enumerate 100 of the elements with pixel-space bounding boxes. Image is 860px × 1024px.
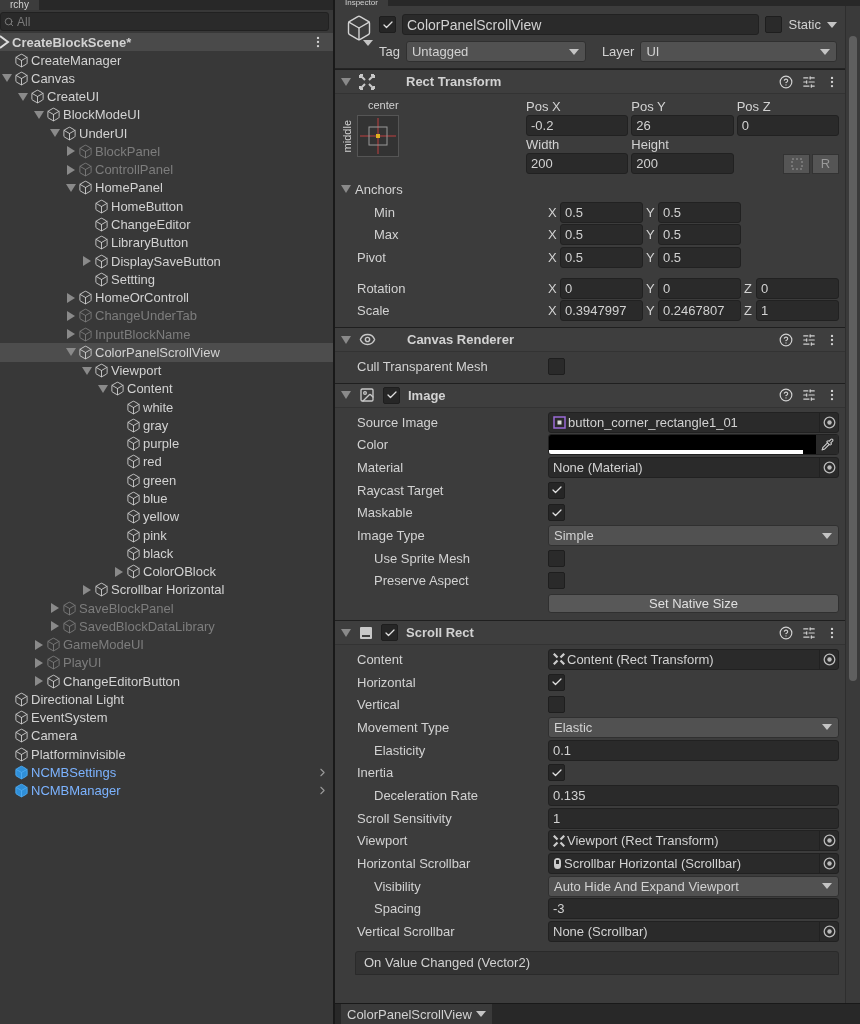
checkbox[interactable]: [548, 481, 565, 499]
checkbox[interactable]: [548, 673, 565, 691]
expanded-arrow-icon[interactable]: [34, 109, 44, 120]
checkbox[interactable]: [548, 764, 565, 782]
hierarchy-item[interactable]: red: [0, 452, 333, 472]
hierarchy-item[interactable]: HomeButton: [0, 197, 333, 216]
hierarchy-item[interactable]: Canvas: [0, 69, 333, 88]
number-field[interactable]: 0.1: [548, 739, 839, 761]
component-header[interactable]: Canvas Renderer: [335, 327, 845, 353]
hierarchy-item[interactable]: ColorOBlock: [0, 562, 333, 581]
object-picker-icon[interactable]: [822, 652, 836, 666]
hierarchy-item[interactable]: LibraryButton: [0, 233, 333, 252]
hierarchy-item[interactable]: green: [0, 471, 333, 490]
expanded-arrow-icon[interactable]: [82, 365, 92, 376]
help-icon[interactable]: [779, 625, 793, 640]
hierarchy-item[interactable]: Content: [0, 379, 333, 399]
expanded-arrow-icon[interactable]: [341, 76, 351, 87]
hierarchy-item[interactable]: Platforminvisible: [0, 745, 333, 764]
hierarchy-item[interactable]: DisplaySaveButton: [0, 251, 333, 271]
number-field[interactable]: 0.135: [548, 784, 839, 806]
object-field[interactable]: None (Scrollbar): [548, 921, 839, 943]
presets-icon[interactable]: [802, 388, 816, 403]
object-field[interactable]: Scrollbar Horizontal (Scrollbar): [548, 853, 839, 875]
number-field[interactable]: 0: [736, 115, 839, 136]
selection-tab[interactable]: ColorPanelScrollView: [341, 1004, 492, 1024]
hierarchy-item[interactable]: Camera: [0, 726, 333, 746]
number-field[interactable]: 0: [560, 277, 643, 299]
expanded-arrow-icon[interactable]: [18, 91, 28, 102]
hierarchy-item[interactable]: HomePanel: [0, 178, 333, 198]
collapsed-arrow-icon[interactable]: [66, 292, 76, 303]
object-picker-icon[interactable]: [822, 925, 836, 939]
hierarchy-item[interactable]: yellow: [0, 507, 333, 526]
expanded-arrow-icon[interactable]: [341, 334, 351, 345]
hierarchy-item[interactable]: gray: [0, 416, 333, 435]
number-field[interactable]: 0.5: [658, 224, 741, 246]
expanded-arrow-icon[interactable]: [98, 383, 108, 394]
number-field[interactable]: 0: [658, 277, 741, 299]
checkbox[interactable]: [548, 572, 565, 590]
hierarchy-item[interactable]: Directional Light: [0, 690, 333, 709]
checkbox[interactable]: [383, 386, 400, 404]
collapsed-arrow-icon[interactable]: [82, 256, 92, 267]
hierarchy-item[interactable]: Scrollbar Horizontal: [0, 580, 333, 599]
anchor-preset-button[interactable]: [357, 115, 399, 157]
collapsed-arrow-icon[interactable]: [82, 584, 92, 595]
object-picker-icon[interactable]: [822, 834, 836, 848]
search-field[interactable]: All: [0, 12, 329, 31]
object-field[interactable]: button_corner_rectangle1_01: [548, 411, 839, 433]
hierarchy-item[interactable]: white: [0, 398, 333, 417]
number-field[interactable]: 0.5: [560, 224, 643, 246]
layer-dropdown[interactable]: UI: [640, 41, 837, 62]
tag-dropdown[interactable]: Untagged: [405, 41, 586, 62]
hierarchy-item[interactable]: ColorPanelScrollView: [0, 343, 333, 362]
hierarchy-item[interactable]: purple: [0, 434, 333, 453]
checkbox[interactable]: [379, 16, 396, 33]
help-icon[interactable]: [779, 74, 793, 89]
help-icon[interactable]: [779, 332, 793, 347]
presets-icon[interactable]: [802, 625, 816, 640]
hierarchy-item[interactable]: blue: [0, 489, 333, 508]
inspector-tab[interactable]: Inspector: [335, 0, 388, 6]
hierarchy-item[interactable]: HomeOrControll: [0, 288, 333, 307]
hierarchy-item[interactable]: ChangeEditorButton: [0, 672, 333, 691]
component-header[interactable]: Image: [335, 382, 845, 408]
checkbox[interactable]: [548, 696, 565, 714]
checkbox[interactable]: [765, 16, 783, 33]
expanded-arrow-icon[interactable]: [341, 627, 351, 638]
hierarchy-item[interactable]: CreateManager: [0, 51, 333, 70]
number-field[interactable]: -3: [548, 898, 839, 920]
hierarchy-item[interactable]: BlockModeUI: [0, 105, 333, 125]
presets-icon[interactable]: [802, 74, 816, 89]
hierarchy-item[interactable]: CreateUI: [0, 87, 333, 106]
number-field[interactable]: 200: [631, 153, 734, 174]
checkbox[interactable]: [548, 549, 565, 567]
object-picker-icon[interactable]: [822, 857, 836, 871]
component-header[interactable]: Rect Transform: [335, 69, 845, 94]
number-field[interactable]: 0.5: [658, 201, 741, 223]
number-field[interactable]: 1: [756, 300, 839, 322]
dropdown[interactable]: Simple: [548, 525, 839, 547]
hierarchy-item[interactable]: ChangeEditor: [0, 215, 333, 234]
hierarchy-item[interactable]: black: [0, 544, 333, 563]
checkbox[interactable]: [548, 504, 565, 522]
dropdown[interactable]: Auto Hide And Expand Viewport: [548, 875, 839, 897]
checkbox[interactable]: [381, 624, 398, 641]
object-field[interactable]: None (Material): [548, 457, 839, 479]
object-picker-icon[interactable]: [822, 415, 836, 429]
number-field[interactable]: 0: [756, 277, 839, 299]
hierarchy-item[interactable]: NCMBManager: [0, 781, 333, 800]
number-field[interactable]: 26: [631, 115, 734, 136]
number-field[interactable]: -0.2: [526, 115, 629, 136]
number-field[interactable]: 0.5: [560, 201, 643, 223]
presets-icon[interactable]: [802, 332, 816, 347]
number-field[interactable]: 0.5: [658, 246, 741, 268]
collapsed-arrow-icon[interactable]: [114, 566, 124, 577]
number-field[interactable]: 0.3947997: [560, 300, 643, 322]
hierarchy-item[interactable]: Settting: [0, 270, 333, 289]
eyedropper-icon[interactable]: [820, 438, 834, 452]
checkbox[interactable]: [548, 357, 565, 375]
number-field[interactable]: 0.2467807: [658, 300, 741, 322]
hierarchy-tab[interactable]: rchy: [0, 0, 39, 10]
color-field[interactable]: [548, 434, 839, 456]
collapsed-arrow-icon[interactable]: [34, 676, 44, 687]
